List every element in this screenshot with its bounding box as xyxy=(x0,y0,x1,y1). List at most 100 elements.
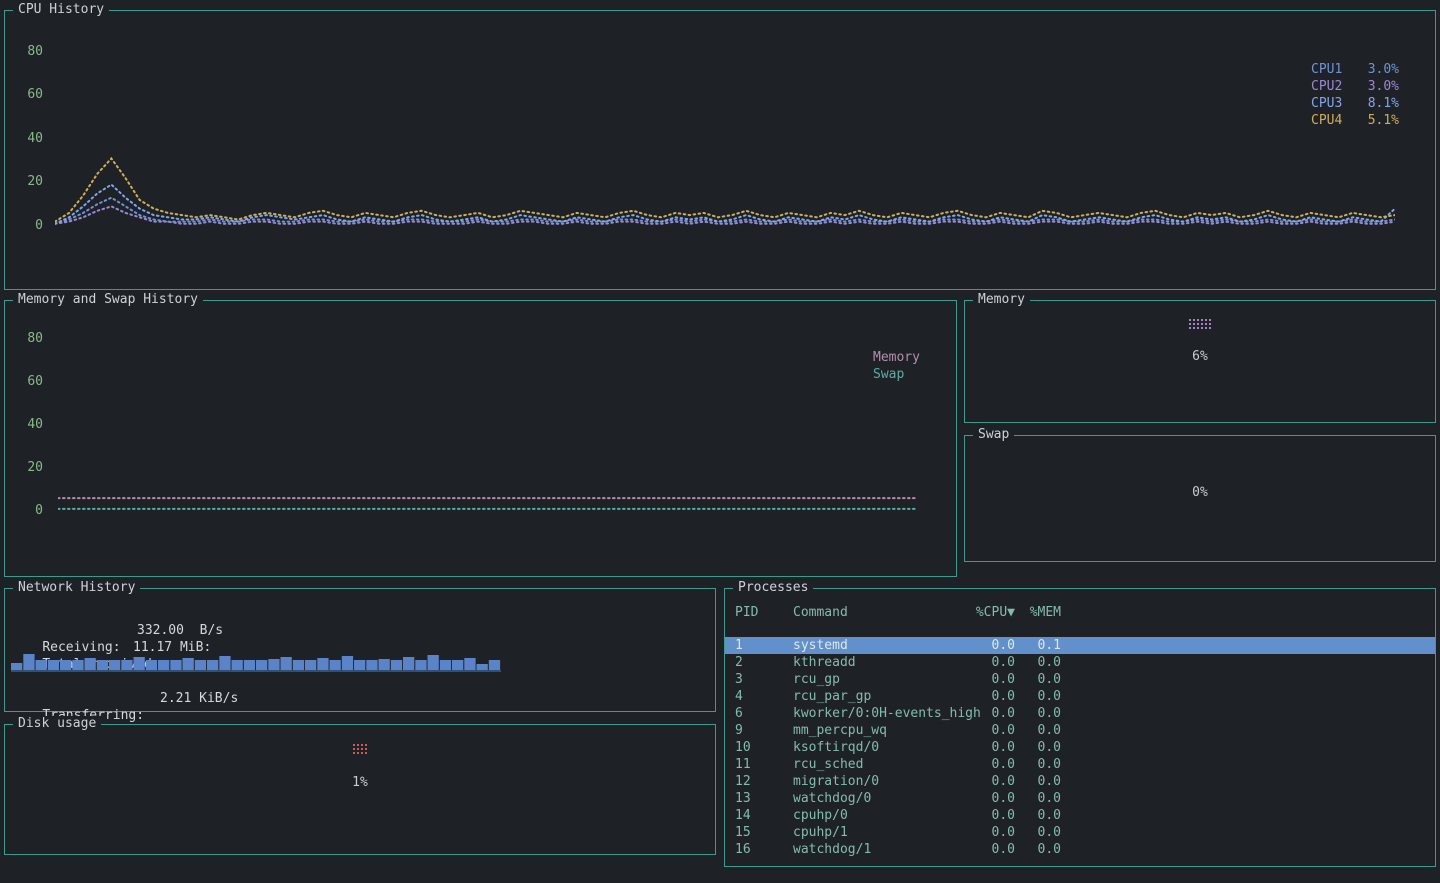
legend-label: CPU2 xyxy=(1311,78,1342,95)
legend-entry-cpu2: CPU2 3.0% xyxy=(1311,78,1399,95)
swap-panel-title: Swap xyxy=(973,427,1014,443)
process-cpu: 0.0 xyxy=(992,773,1015,790)
process-cpu: 0.0 xyxy=(992,654,1015,671)
process-pid: 6 xyxy=(735,705,743,722)
disk-percent: 1% xyxy=(5,775,715,790)
disk-usage-panel: Disk usage 1% xyxy=(4,724,716,855)
process-cpu: 0.0 xyxy=(992,705,1015,722)
process-command: cpuhp/1 xyxy=(793,824,848,841)
process-cpu: 0.0 xyxy=(992,637,1015,654)
memory-pie-icon xyxy=(1188,318,1211,330)
process-command: watchdog/0 xyxy=(793,790,871,807)
y-axis-tick: 40 xyxy=(13,417,43,433)
process-row[interactable]: 2kthreadd0.00.0 xyxy=(725,654,1435,671)
memory-swap-history-chart xyxy=(58,335,918,511)
column-header-cpu-sort[interactable]: %CPU▼ xyxy=(976,604,1015,621)
process-command: watchdog/1 xyxy=(793,841,871,858)
memory-swap-history-panel: Memory and Swap History MemorySwap 80604… xyxy=(4,300,957,577)
legend-label: Swap xyxy=(873,366,904,383)
network-receive-bar-chart xyxy=(11,653,501,672)
process-pid: 4 xyxy=(735,688,743,705)
process-command: rcu_sched xyxy=(793,756,863,773)
legend-label: Memory xyxy=(873,349,920,366)
legend-entry-memory: Memory xyxy=(873,349,920,366)
y-axis-tick: 20 xyxy=(13,174,43,190)
legend-entry-cpu3: CPU3 8.1% xyxy=(1311,95,1399,112)
disk-pie-icon xyxy=(352,743,367,755)
cpu-panel-title: CPU History xyxy=(13,2,109,18)
legend-entry-swap: Swap xyxy=(873,366,920,383)
process-cpu: 0.0 xyxy=(992,722,1015,739)
swap-percent: 0% xyxy=(965,485,1435,500)
series-cpu3 xyxy=(55,185,1395,224)
process-mem: 0.0 xyxy=(1038,790,1061,807)
legend-label: CPU1 xyxy=(1311,61,1342,78)
memory-swap-panel-title: Memory and Swap History xyxy=(13,292,203,308)
legend-value: 5.1% xyxy=(1368,112,1399,129)
y-axis-tick: 40 xyxy=(13,131,43,147)
process-row[interactable]: 9mm_percpu_wq0.00.0 xyxy=(725,722,1435,739)
process-table-header: PID Command %CPU▼ %MEM xyxy=(725,604,1435,621)
process-mem: 0.0 xyxy=(1038,722,1061,739)
process-mem: 0.1 xyxy=(1038,637,1061,654)
process-row[interactable]: 6kworker/0:0H-events_high0.00.0 xyxy=(725,705,1435,722)
process-row[interactable]: 14cpuhp/00.00.0 xyxy=(725,807,1435,824)
memory-panel: Memory 6% xyxy=(964,300,1436,423)
legend-label: CPU4 xyxy=(1311,112,1342,129)
legend-entry-cpu1: CPU1 3.0% xyxy=(1311,61,1399,78)
process-command: mm_percpu_wq xyxy=(793,722,887,739)
network-transferring-line: Transferring: 2.21 KiB/s xyxy=(11,690,144,707)
process-mem: 0.0 xyxy=(1038,773,1061,790)
process-pid: 16 xyxy=(735,841,751,858)
legend-value: 3.0% xyxy=(1368,61,1399,78)
process-row[interactable]: 12 migration/0 0.0 0.0 xyxy=(725,773,1435,790)
process-pid: 12 xyxy=(735,773,751,790)
legend-label: CPU3 xyxy=(1311,95,1342,112)
column-header-pid[interactable]: PID xyxy=(735,604,758,621)
y-axis-tick: 0 xyxy=(13,218,43,234)
process-row[interactable]: 10 ksoftirqd/0 0.0 0.0 xyxy=(725,739,1435,756)
process-mem: 0.0 xyxy=(1038,739,1061,756)
process-row[interactable]: 3rcu_gp0.00.0 xyxy=(725,671,1435,688)
y-axis-tick: 80 xyxy=(13,331,43,347)
process-pid: 3 xyxy=(735,671,743,688)
process-pid: 11 xyxy=(735,756,751,773)
column-header-mem[interactable]: %MEM xyxy=(1030,604,1061,621)
process-command: kworker/0:0H-events_high xyxy=(793,705,981,722)
legend-entry-cpu4: CPU4 5.1% xyxy=(1311,112,1399,129)
processes-panel-title: Processes xyxy=(733,580,813,596)
legend-value: 3.0% xyxy=(1368,78,1399,95)
process-cpu: 0.0 xyxy=(992,688,1015,705)
process-command: migration/0 xyxy=(793,773,879,790)
process-row[interactable]: 11rcu_sched0.00.0 xyxy=(725,756,1435,773)
process-command: systemd xyxy=(793,637,848,654)
series-cpu4 xyxy=(55,159,1395,222)
process-cpu: 0.0 xyxy=(992,841,1015,858)
process-row-selected[interactable]: 1 systemd 0.0 0.1 xyxy=(725,637,1435,654)
y-axis-tick: 80 xyxy=(13,44,43,60)
process-pid: 14 xyxy=(735,807,751,824)
process-pid: 1 xyxy=(735,637,743,654)
process-cpu: 0.0 xyxy=(992,807,1015,824)
process-cpu: 0.0 xyxy=(992,790,1015,807)
process-row[interactable]: 16watchdog/10.00.0 xyxy=(725,841,1435,858)
y-axis-tick: 0 xyxy=(13,503,43,519)
process-mem: 0.0 xyxy=(1038,824,1061,841)
process-row[interactable]: 15cpuhp/10.00.0 xyxy=(725,824,1435,841)
memory-swap-legend: MemorySwap xyxy=(873,349,920,383)
process-pid: 2 xyxy=(735,654,743,671)
process-command: ksoftirqd/0 xyxy=(793,739,879,756)
process-mem: 0.0 xyxy=(1038,756,1061,773)
process-row[interactable]: 4rcu_par_gp0.00.0 xyxy=(725,688,1435,705)
process-pid: 13 xyxy=(735,790,751,807)
column-header-command[interactable]: Command xyxy=(793,604,848,621)
process-cpu: 0.0 xyxy=(992,739,1015,756)
cpu-history-panel: CPU History CPU13.0%CPU23.0%CPU38.1%CPU4… xyxy=(4,10,1436,290)
process-pid: 10 xyxy=(735,739,751,756)
y-axis-tick: 60 xyxy=(13,87,43,103)
process-row[interactable]: 13 watchdog/0 0.0 0.0 xyxy=(725,790,1435,807)
processes-panel: Processes PID Command %CPU▼ %MEM 1system… xyxy=(724,588,1436,867)
memory-panel-title: Memory xyxy=(973,292,1030,308)
process-cpu: 0.0 xyxy=(992,824,1015,841)
legend-value: 8.1% xyxy=(1368,95,1399,112)
